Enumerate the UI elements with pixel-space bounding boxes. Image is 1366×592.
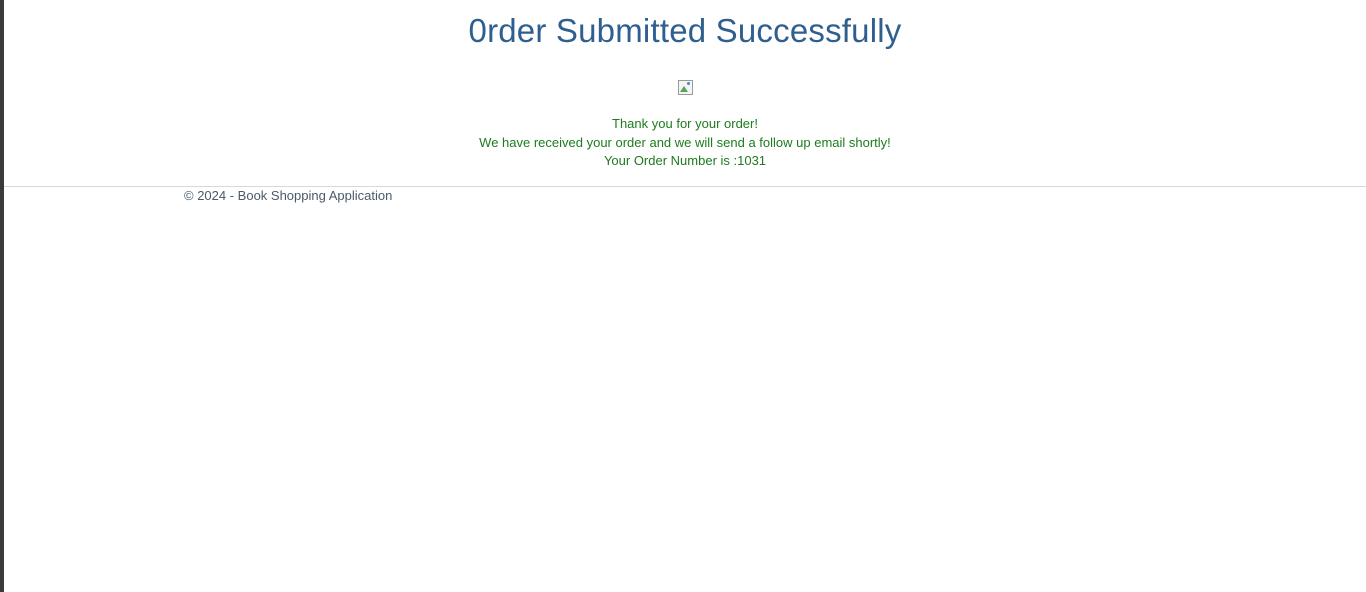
confirmation-messages: Thank you for your order! We have receiv… xyxy=(4,115,1366,171)
confirmation-image xyxy=(4,79,1366,95)
received-message: We have received your order and we will … xyxy=(479,134,891,150)
page: 0rder Submitted Successfully Thank you f… xyxy=(0,0,1366,592)
footer-copyright: © 2024 - Book Shopping Application xyxy=(184,188,393,203)
main-content: 0rder Submitted Successfully Thank you f… xyxy=(4,0,1366,171)
order-number-message: Your Order Number is :1031 xyxy=(603,153,767,168)
page-title: 0rder Submitted Successfully xyxy=(468,12,902,49)
broken-image-icon xyxy=(677,79,693,95)
thank-you-message: Thank you for your order! xyxy=(612,116,758,131)
